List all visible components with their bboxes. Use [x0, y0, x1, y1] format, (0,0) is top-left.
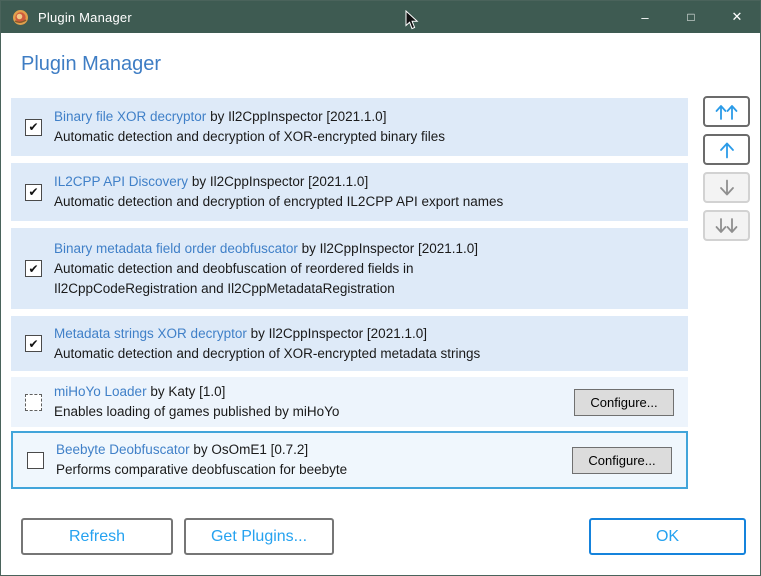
- plugin-checkbox[interactable]: [27, 451, 44, 469]
- ok-button[interactable]: OK: [589, 518, 746, 555]
- configure-button[interactable]: Configure...: [574, 388, 674, 416]
- plugin-checkbox[interactable]: ✔: [25, 260, 42, 277]
- plugin-byline: by Il2CppInspector [2021.1.0]: [250, 325, 427, 341]
- plugin-description: Automatic detection and decryption of XO…: [54, 129, 445, 144]
- plugin-checkbox[interactable]: [25, 393, 42, 411]
- configure-button[interactable]: Configure...: [572, 446, 672, 474]
- double-up-arrow-icon: [715, 104, 737, 120]
- refresh-button[interactable]: Refresh: [21, 518, 173, 555]
- plugin-description: Automatic detection and deobfuscation of…: [54, 260, 414, 296]
- down-arrow-icon: [719, 179, 734, 195]
- titlebar: Plugin Manager – □ ✕: [1, 1, 760, 33]
- page-title: Plugin Manager: [21, 53, 162, 75]
- plugin-row-beebyte-deobfuscator[interactable]: Beebyte Deobfuscator by OsOmE1 [0.7.2] P…: [11, 431, 688, 489]
- plugin-checkbox[interactable]: ✔: [25, 183, 42, 201]
- plugin-checkbox[interactable]: ✔: [25, 335, 42, 352]
- checkmark-icon: ✔: [28, 185, 39, 199]
- checkmark-icon: ✔: [28, 261, 39, 276]
- close-icon[interactable]: ✕: [714, 1, 760, 33]
- maximize-icon[interactable]: □: [668, 1, 714, 33]
- plugin-description: Enables loading of games published by mi…: [54, 404, 340, 419]
- plugin-byline: by Il2CppInspector [2021.1.0]: [191, 174, 369, 189]
- plugin-description: Automatic detection and decryption of en…: [54, 194, 504, 209]
- up-arrow-icon: [719, 142, 734, 158]
- plugin-description: Performs comparative deobfuscation for b…: [56, 462, 348, 477]
- plugin-manager-window: Plugin Manager – □ ✕ Plugin Manager ✔ Bi…: [0, 0, 761, 576]
- checkmark-icon: ✔: [28, 336, 39, 351]
- plugin-list: ✔ Binary file XOR decryptor by Il2CppIns…: [11, 98, 688, 489]
- plugin-name-link[interactable]: Binary metadata field order deobfuscator: [54, 241, 298, 256]
- move-down-button[interactable]: [703, 172, 750, 203]
- get-plugins-button[interactable]: Get Plugins...: [184, 518, 334, 555]
- plugin-row-binary-metadata-field-order-deobfuscator[interactable]: ✔ Binary metadata field order deobfuscat…: [11, 228, 688, 309]
- plugin-byline: by Il2CppInspector [2021.1.0]: [210, 109, 387, 124]
- window-title: Plugin Manager: [38, 9, 132, 25]
- plugin-name-link[interactable]: Beebyte Deobfuscator: [56, 442, 190, 457]
- plugin-row-binary-file-xor-decryptor[interactable]: ✔ Binary file XOR decryptor by Il2CppIns…: [11, 98, 688, 156]
- plugin-byline: by Il2CppInspector [2021.1.0]: [301, 240, 479, 256]
- plugin-row-metadata-strings-xor-decryptor[interactable]: ✔ Metadata strings XOR decryptor by Il2C…: [11, 316, 688, 371]
- checkmark-icon: ✔: [28, 120, 39, 134]
- plugin-checkbox[interactable]: ✔: [25, 118, 42, 136]
- plugin-byline: by Katy [1.0]: [150, 384, 226, 399]
- plugin-row-il2cpp-api-discovery[interactable]: ✔ IL2CPP API Discovery by Il2CppInspecto…: [11, 163, 688, 221]
- plugin-byline: by OsOmE1 [0.7.2]: [193, 442, 309, 457]
- plugin-name-link[interactable]: Metadata strings XOR decryptor: [54, 326, 247, 341]
- move-to-top-button[interactable]: [703, 96, 750, 127]
- plugin-name-link[interactable]: miHoYo Loader: [54, 384, 147, 399]
- minimize-icon[interactable]: –: [622, 1, 668, 33]
- plugin-row-mihoyo-loader[interactable]: miHoYo Loader by Katy [1.0] Enables load…: [11, 377, 688, 427]
- double-down-arrow-icon: [715, 217, 737, 233]
- move-up-button[interactable]: [703, 134, 750, 165]
- move-to-bottom-button[interactable]: [703, 210, 750, 241]
- app-icon: [13, 9, 28, 25]
- plugin-name-link[interactable]: Binary file XOR decryptor: [54, 109, 206, 124]
- plugin-description: Automatic detection and decryption of XO…: [54, 345, 481, 361]
- plugin-name-link[interactable]: IL2CPP API Discovery: [54, 174, 188, 189]
